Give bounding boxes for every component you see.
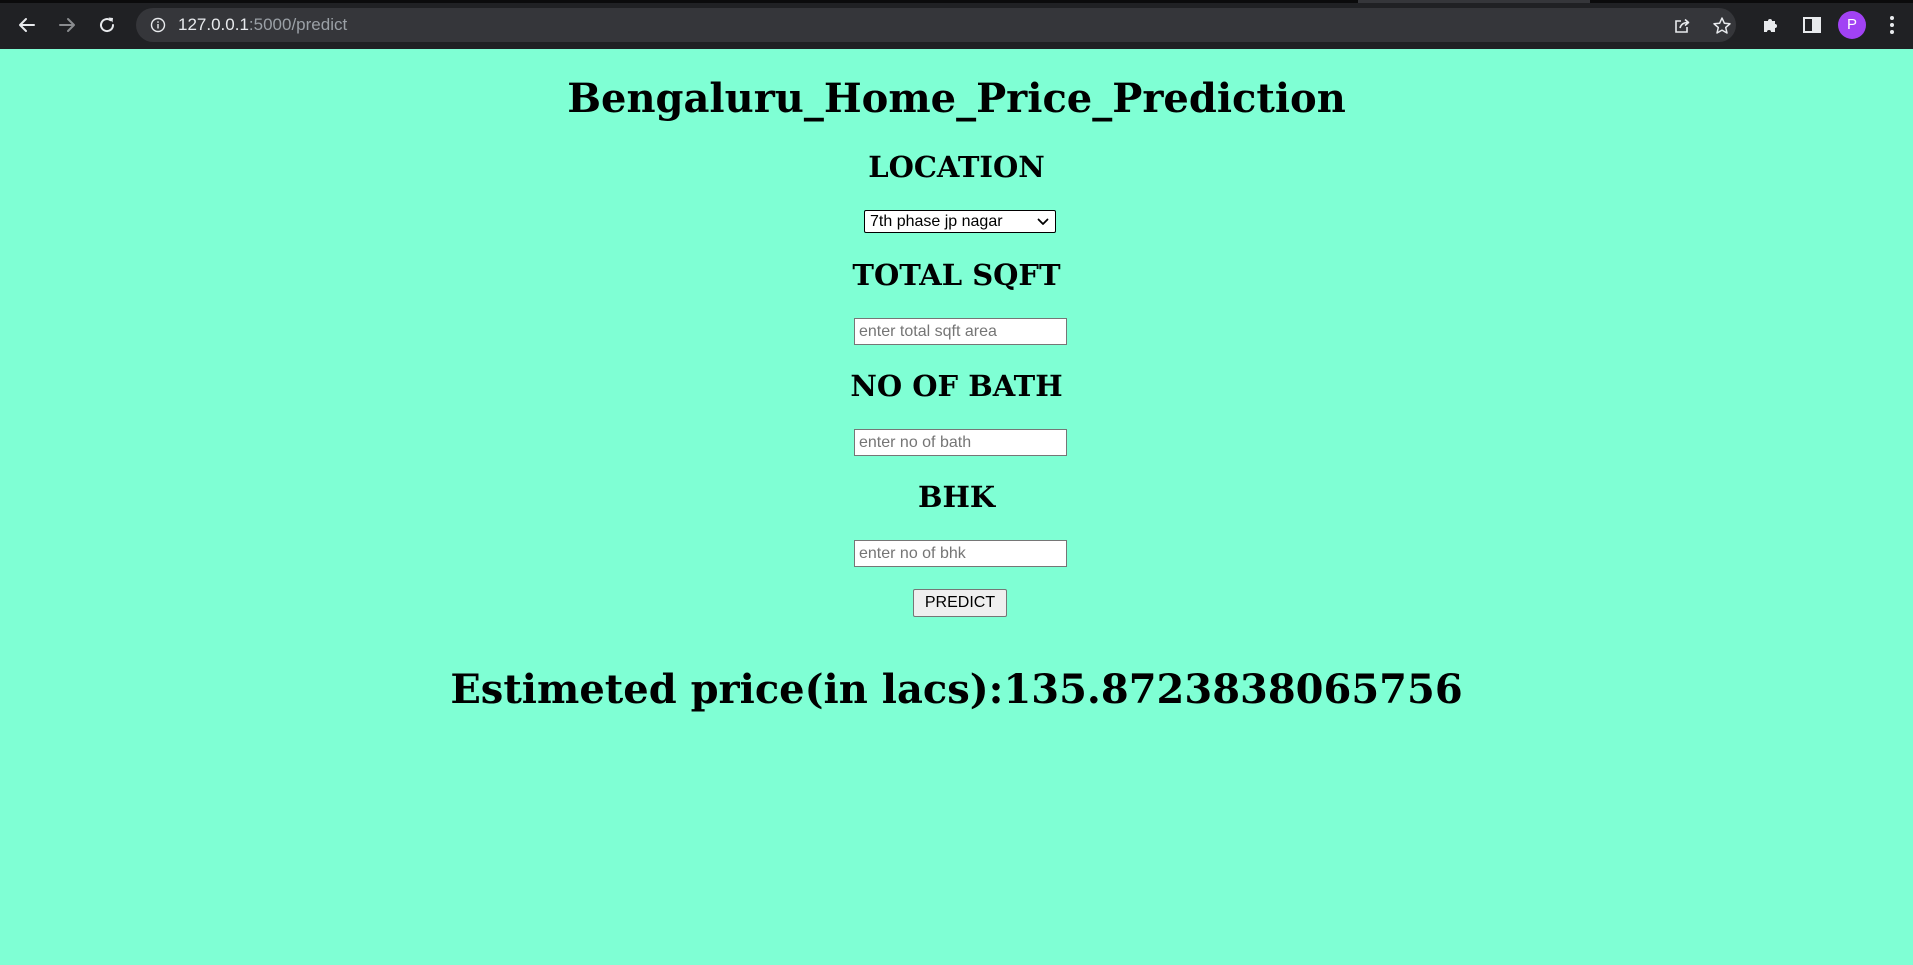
url-host: 127.0.0.1 [178,15,249,34]
info-icon[interactable] [150,17,166,33]
total-sqft-heading: TOTAL SQFT [852,258,1061,292]
location-heading: LOCATION [868,150,1045,184]
url-path: :5000/predict [248,15,348,34]
browser-toolbar: 127.0.0.1:5000/predict P [0,0,1913,49]
puzzle-icon[interactable] [1760,14,1782,36]
bhk-input[interactable] [854,540,1067,567]
forward-button[interactable] [51,10,83,40]
page-title: Bengaluru_Home_Price_Prediction [567,75,1346,122]
estimated-price-result: Estimeted price(in lacs):135.87238380657… [450,666,1463,713]
profile-avatar[interactable]: P [1838,11,1866,39]
side-panel-icon[interactable] [1801,14,1823,36]
bhk-heading: BHK [917,480,996,514]
url-text[interactable]: 127.0.0.1:5000/predict [178,8,347,42]
arrow-left-icon [19,18,35,32]
star-icon[interactable] [1712,16,1732,36]
bath-heading: NO OF BATH [850,369,1063,403]
tab-strip [0,0,1913,3]
bath-input[interactable] [854,429,1067,456]
total-sqft-input[interactable] [854,318,1067,345]
address-bar[interactable]: 127.0.0.1:5000/predict [136,8,1736,42]
reload-button[interactable] [91,10,123,40]
back-button[interactable] [11,10,43,40]
location-select[interactable]: 7th phase jp nagar [864,210,1056,233]
predict-button[interactable]: PREDICT [913,589,1007,617]
chevron-down-icon [1037,218,1049,225]
share-icon[interactable] [1672,16,1692,36]
kebab-menu-icon[interactable] [1884,13,1900,37]
page-content: Bengaluru_Home_Price_Prediction LOCATION… [0,49,1913,965]
arrow-right-icon [59,18,75,32]
location-selected-value: 7th phase jp nagar [870,213,1003,230]
reload-icon [100,17,115,33]
